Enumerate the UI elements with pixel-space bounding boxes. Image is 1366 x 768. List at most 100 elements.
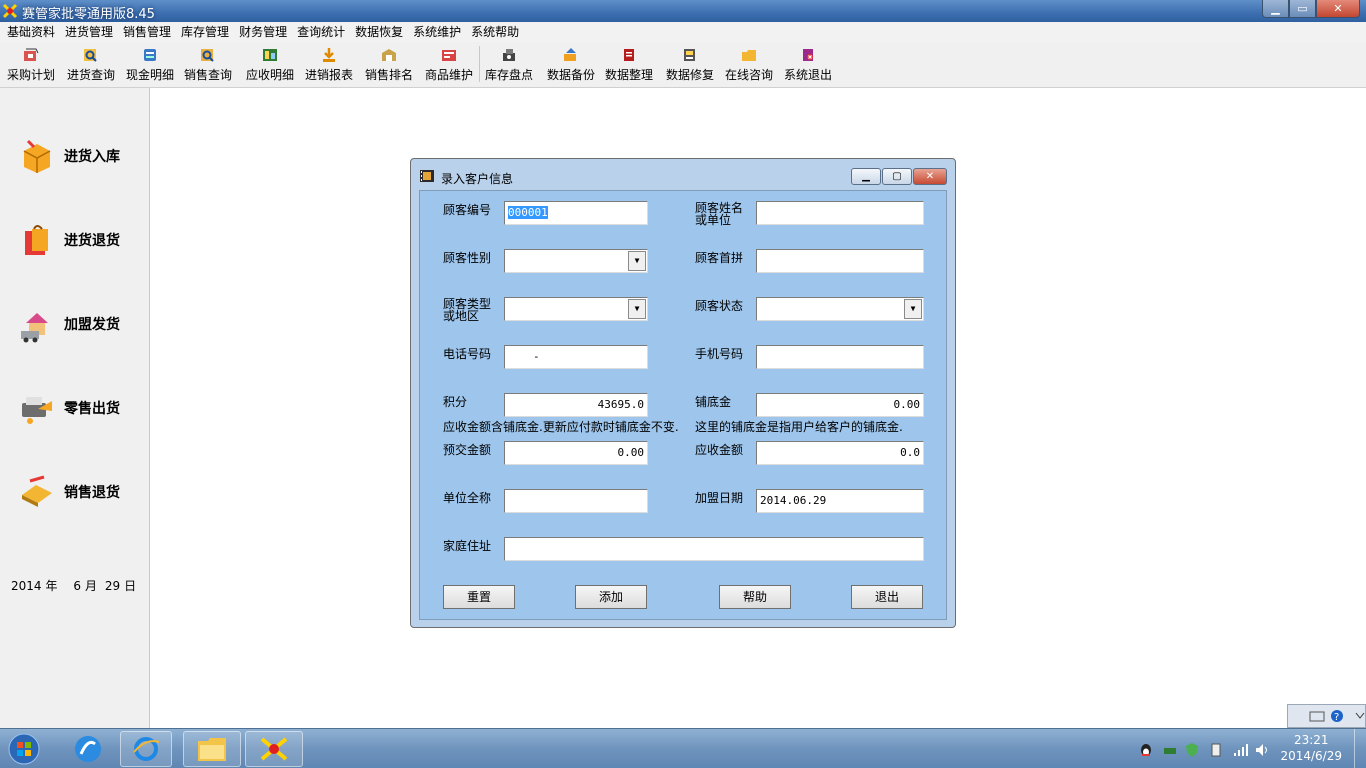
phone-input[interactable]: - (504, 345, 648, 369)
data-organize-icon (624, 49, 634, 61)
menu-inventory[interactable]: 库存管理 (176, 22, 234, 42)
menu-finance[interactable]: 财务管理 (234, 22, 292, 42)
close-button[interactable]: ✕ (1316, 0, 1360, 18)
toolbar-purchase-query-button[interactable]: 进货查询 (61, 44, 121, 84)
maximize-button[interactable]: ▭ (1289, 0, 1316, 18)
toolbar-cash-detail-button[interactable]: 现金明细 (120, 44, 180, 84)
dialog-close-button[interactable]: ✕ (913, 168, 947, 185)
receivable-detail-icon (263, 49, 277, 61)
toolbar-online-consult-button[interactable]: 在线咨询 (719, 44, 779, 84)
add-button[interactable]: 添加 (575, 585, 647, 609)
help-button[interactable]: 帮助 (719, 585, 791, 609)
volume-icon[interactable] (1254, 742, 1270, 758)
language-bar[interactable]: ? (1287, 704, 1366, 728)
customer-info-dialog: 录入客户信息 ▁ ▢ ✕ 顾客编号 000001 顾客姓名 或单位 顾客性别 ▼… (410, 158, 956, 628)
taskbar: 23:21 2014/6/29 (0, 728, 1366, 768)
customer-name-input[interactable] (756, 201, 924, 225)
phone-label: 电话号码 (443, 347, 492, 361)
mobile-input[interactable] (756, 345, 924, 369)
deposit-input[interactable]: 0.00 (756, 393, 924, 417)
company-label: 单位全称 (443, 491, 492, 505)
minimize-button[interactable]: ▁ (1262, 0, 1289, 18)
toolbar-data-repair-button[interactable]: 数据修复 (660, 44, 720, 84)
chevron-down-icon[interactable]: ▼ (628, 251, 646, 271)
customer-id-input[interactable]: 000001 (504, 201, 648, 225)
join-date-input[interactable]: 2014.06.29 (756, 489, 924, 513)
start-button[interactable] (4, 732, 44, 766)
company-input[interactable] (504, 489, 648, 513)
toolbar-goods-maintain-button[interactable]: 商品维护 (419, 44, 479, 84)
toolbar-data-organize-button[interactable]: 数据整理 (599, 44, 659, 84)
nav-sales-return[interactable]: 销售退货 (18, 472, 143, 512)
dialog-body: 顾客编号 000001 顾客姓名 或单位 顾客性别 ▼ 顾客首拼 顾客类型 或地… (419, 190, 947, 620)
nav-purchase-return[interactable]: 进货退货 (18, 220, 143, 260)
dialog-maximize-button[interactable]: ▢ (882, 168, 912, 185)
toolbar-exit-button[interactable]: 系统退出 (778, 44, 838, 84)
taskbar-app-active[interactable] (245, 731, 303, 767)
chevron-down-icon[interactable]: ▼ (904, 299, 922, 319)
type-label-line2: 或地区 (443, 309, 480, 323)
qq-icon[interactable] (1138, 742, 1154, 758)
goods-maintain-icon (442, 50, 456, 61)
chevron-down-icon[interactable]: ▼ (628, 299, 646, 319)
show-desktop-button[interactable] (1354, 729, 1366, 768)
purchase-plan-icon (24, 48, 39, 61)
points-input[interactable]: 43695.0 (504, 393, 648, 417)
internet-explorer-icon (133, 737, 160, 761)
address-input[interactable] (504, 537, 924, 561)
taskbar-browser-a[interactable] (62, 731, 114, 767)
menu-query-stats[interactable]: 查询统计 (292, 22, 350, 42)
menu-purchase[interactable]: 进货管理 (60, 22, 118, 42)
menu-data-restore[interactable]: 数据恢复 (350, 22, 408, 42)
menu-system-help[interactable]: 系统帮助 (466, 22, 524, 42)
backup-icon (564, 48, 576, 61)
gender-select[interactable]: ▼ (504, 249, 648, 273)
toolbar-inventory-button[interactable]: 库存盘点 (479, 44, 539, 84)
menu-sales[interactable]: 销售管理 (118, 22, 176, 42)
points-label: 积分 (443, 395, 468, 409)
purchase-query-icon (84, 49, 97, 62)
reset-button[interactable]: 重置 (443, 585, 515, 609)
taskbar-file-explorer[interactable] (183, 731, 241, 767)
customer-id-value: 000001 (508, 206, 548, 219)
nav-purchase-in[interactable]: 进货入库 (18, 136, 143, 176)
toolbar-sales-query-button[interactable]: 销售查询 (178, 44, 238, 84)
receivable-label: 应收金额 (695, 443, 744, 457)
film-icon (420, 170, 434, 182)
security-icon[interactable] (1184, 742, 1200, 758)
toolbar-report-button[interactable]: 进销报表 (299, 44, 359, 84)
initials-input[interactable] (756, 249, 924, 273)
nav-retail-out[interactable]: 零售出货 (18, 388, 143, 428)
menu-basic-data[interactable]: 基础资料 (2, 22, 60, 42)
window-controls: ▁ ▭ ✕ (1262, 0, 1360, 18)
toolbar-purchase-plan-button[interactable]: 采购计划 (1, 44, 61, 84)
windows-logo-icon (8, 733, 40, 765)
device-icon[interactable] (1208, 742, 1224, 758)
menu-bar: 基础资料 进货管理 销售管理 库存管理 财务管理 查询统计 数据恢复 系统维护 … (0, 22, 1366, 42)
toolbar-sales-rank-button[interactable]: 销售排名 (359, 44, 419, 84)
toolbar-backup-button[interactable]: 数据备份 (541, 44, 601, 84)
dialog-minimize-button[interactable]: ▁ (851, 168, 881, 185)
status-label: 顾客状态 (695, 299, 744, 313)
prepaid-input[interactable]: 0.00 (504, 441, 648, 465)
deposit-label: 铺底金 (695, 395, 732, 409)
purchase-return-icon (25, 225, 48, 255)
title-bar: 赛管家批零通用版8.45 ▁ ▭ ✕ (0, 0, 1366, 22)
franchise-ship-icon (21, 313, 48, 343)
network-icon[interactable] (1162, 742, 1178, 758)
nav-franchise-ship[interactable]: 加盟发货 (18, 304, 143, 344)
menu-system-maintain[interactable]: 系统维护 (408, 22, 466, 42)
dialog-window-controls: ▁ ▢ ✕ (851, 168, 947, 185)
type-region-select[interactable]: ▼ (504, 297, 648, 321)
exit-button[interactable]: 退出 (851, 585, 923, 609)
status-select[interactable]: ▼ (756, 297, 924, 321)
keyboard-icon: ? (1309, 710, 1365, 723)
folder-icon (198, 738, 226, 761)
clock[interactable]: 23:21 2014/6/29 (1280, 732, 1342, 764)
sales-rank-icon (382, 49, 396, 61)
toolbar-receivable-detail-button[interactable]: 应收明细 (240, 44, 300, 84)
exit-icon (803, 49, 813, 61)
taskbar-ie[interactable] (120, 731, 172, 767)
signal-icon[interactable] (1232, 742, 1248, 758)
receivable-input[interactable]: 0.0 (756, 441, 924, 465)
